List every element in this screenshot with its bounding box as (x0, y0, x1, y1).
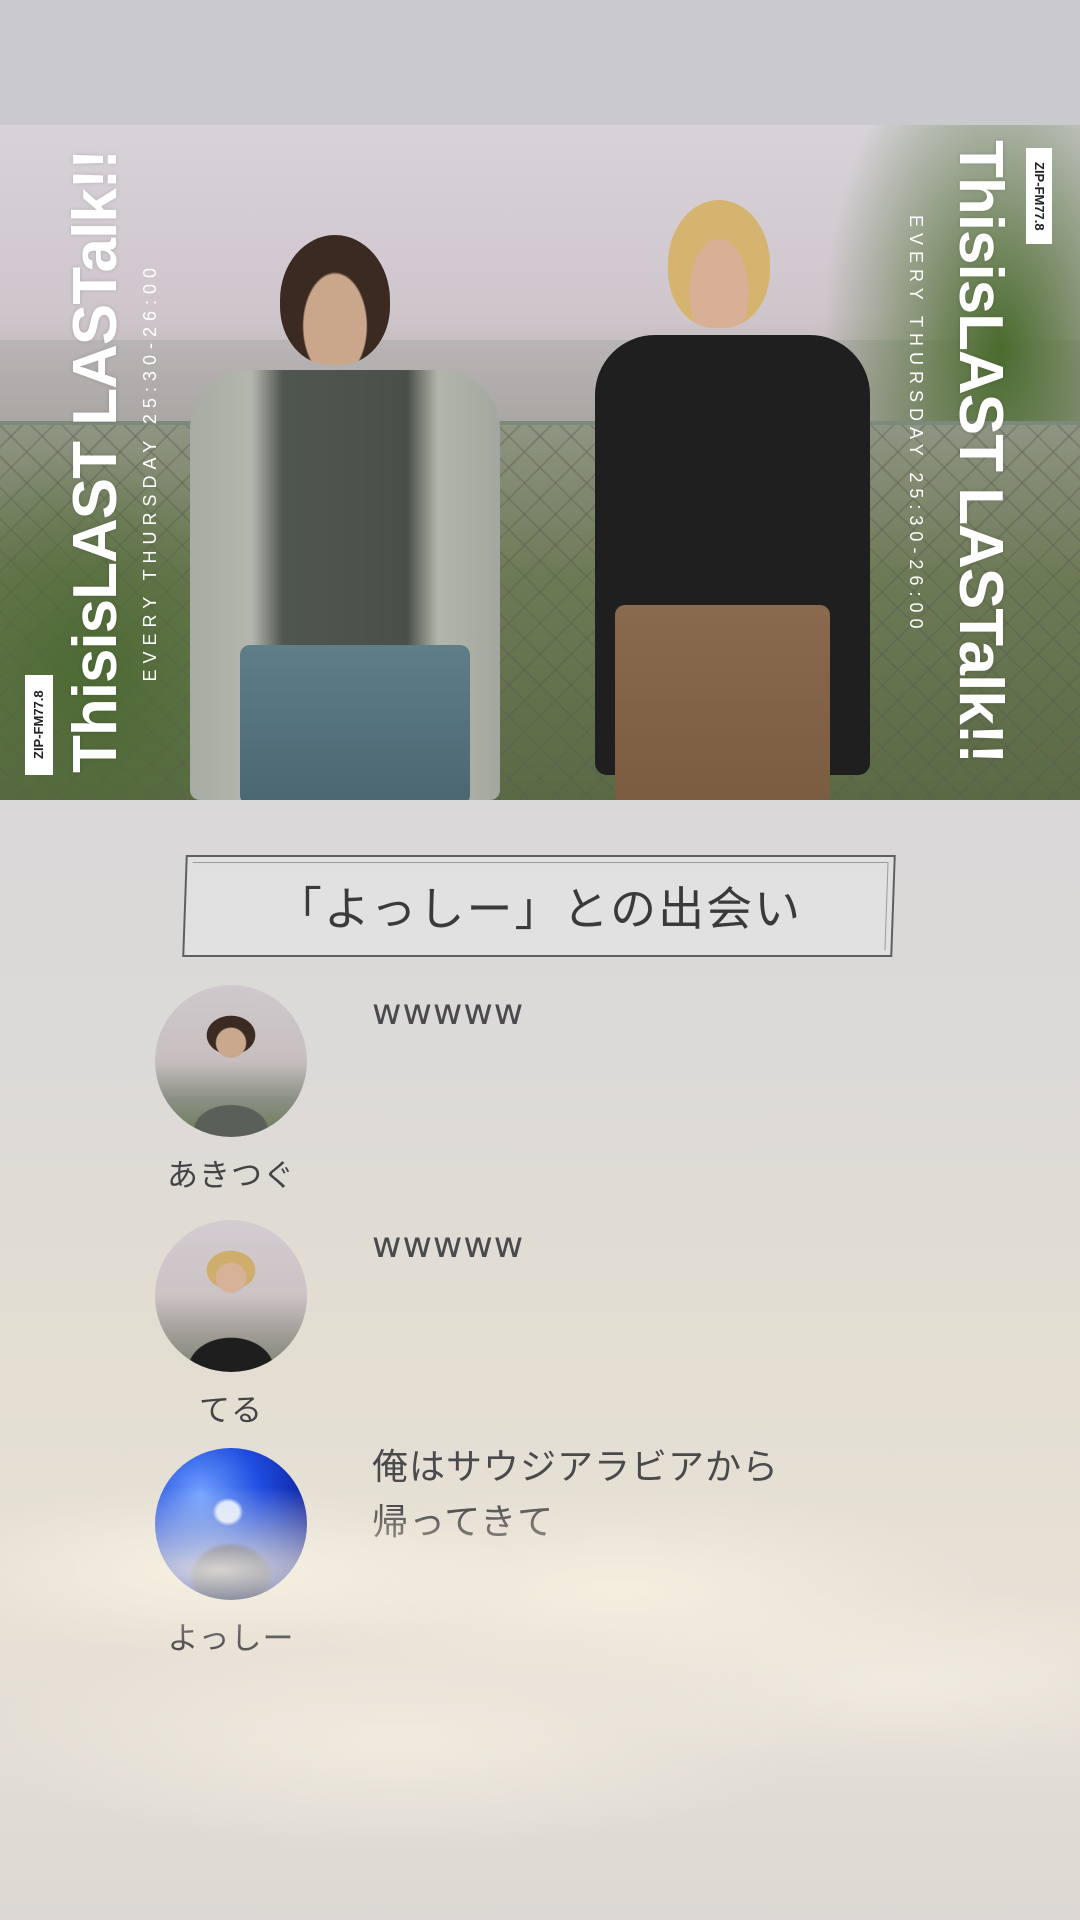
schedule-text-left: EVERY THURSDAY 25:30-26:00 (140, 262, 160, 682)
person-left-head (280, 235, 390, 365)
message-text: wwwww (372, 1225, 525, 1266)
station-badge-right: ZIP-FM77.8 (1026, 148, 1052, 244)
person-left-legs (240, 645, 470, 800)
top-band (0, 0, 1080, 125)
station-badge-left: ZIP-FM77.8 (25, 675, 53, 775)
topic-title: 「よっしー」との出会い (275, 882, 803, 936)
speaker-name: よっしー (167, 1621, 295, 1657)
program-logo-right: ThisisLAST LASTalk!! (946, 140, 1015, 764)
program-logo-left: ThisisLAST LASTalk!! (61, 150, 130, 774)
message-text: 俺はサウジアラビアから 帰ってきて (372, 1447, 780, 1543)
message-text: wwwww (372, 992, 525, 1033)
schedule-text-right: EVERY THURSDAY 25:30-26:00 (906, 215, 926, 635)
akitsugu-avatar (155, 985, 307, 1137)
person-right-head (668, 200, 770, 328)
person-right-legs (615, 605, 830, 800)
speaker-name: てる (199, 1393, 263, 1429)
yosshi-avatar (155, 1448, 307, 1600)
teru-avatar (155, 1220, 307, 1372)
speaker-name: あきつぐ (167, 1158, 295, 1194)
